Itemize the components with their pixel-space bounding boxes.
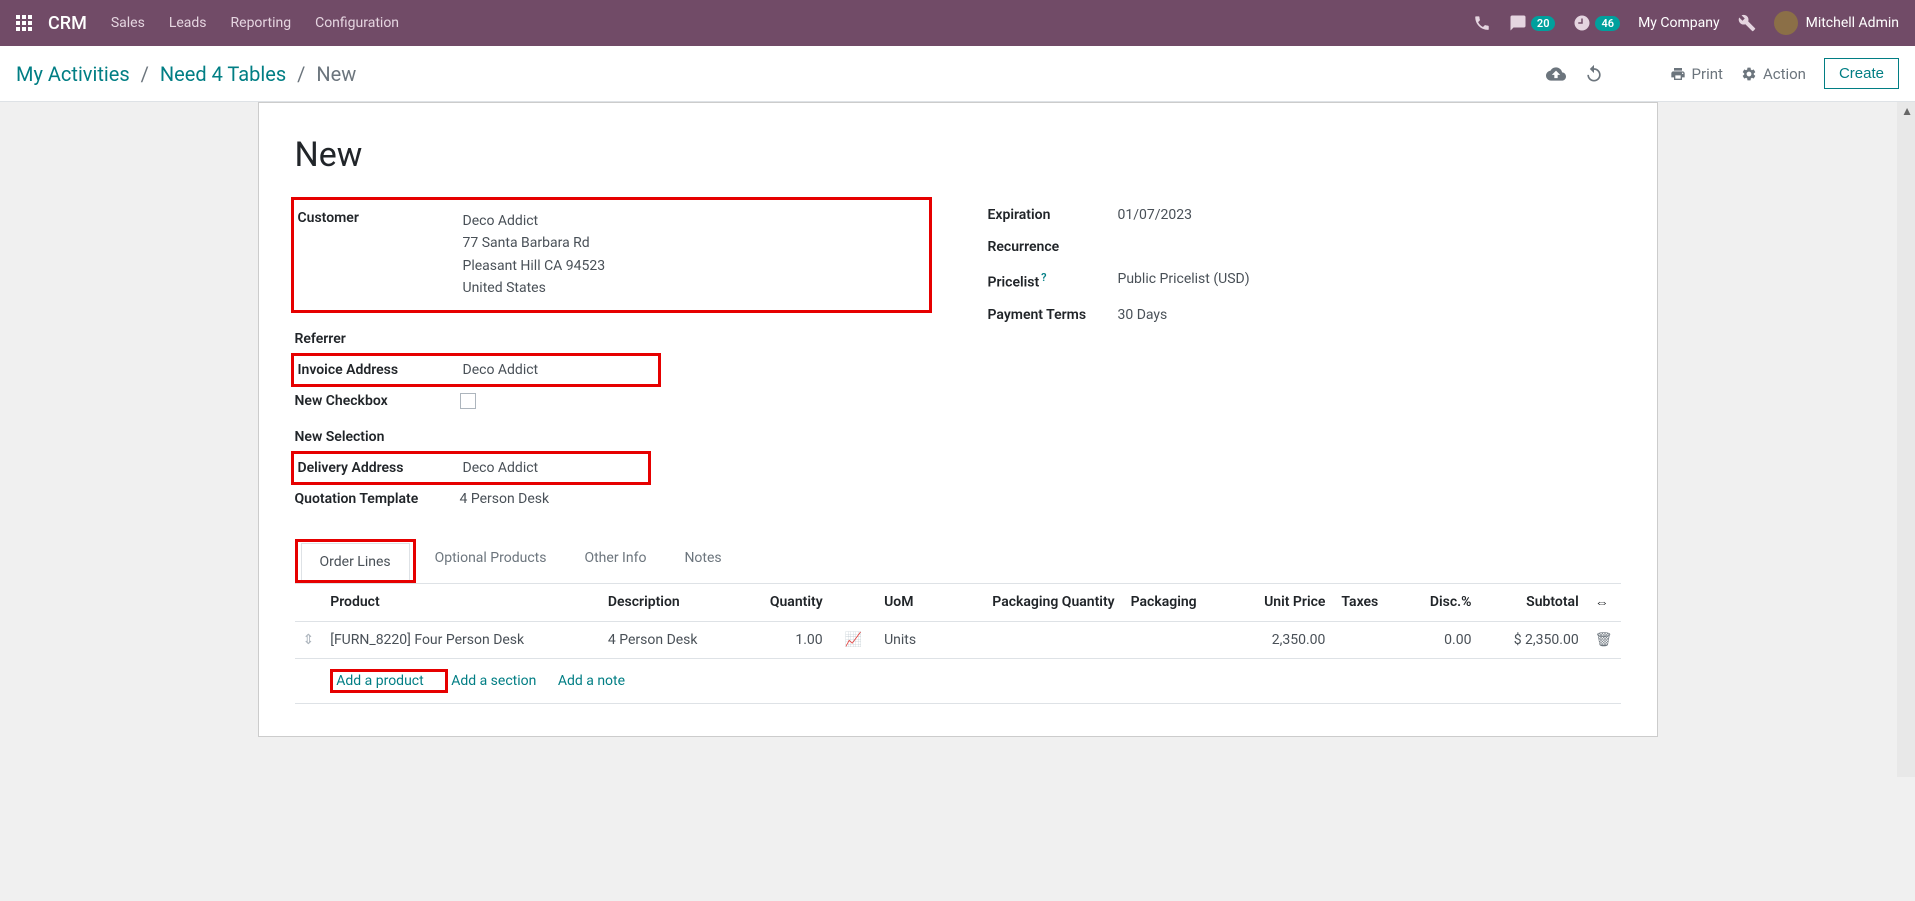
pricelist-label: Pricelist? [988,271,1118,291]
forecast-icon[interactable]: 📈 [845,632,862,648]
tab-other-info[interactable]: Other Info [565,539,665,583]
order-lines-table: Product Description Quantity UoM Packagi… [295,584,1621,704]
activities-icon[interactable]: 46 [1573,14,1620,32]
breadcrumb: My Activities / Need 4 Tables / New [16,62,356,86]
expand-icon[interactable]: ⇔ [1595,595,1609,611]
cell-product[interactable]: [FURN_8220] Four Person Desk [322,621,600,658]
col-disc: Disc.% [1403,584,1479,622]
top-navbar: CRM Sales Leads Reporting Configuration … [0,0,1915,46]
action-button[interactable]: Action [1741,65,1806,83]
messages-icon[interactable]: 20 [1509,14,1556,32]
add-note-link[interactable]: Add a note [558,673,625,689]
cell-pkg-qty[interactable] [940,621,1123,658]
breadcrumb-link-0[interactable]: My Activities [16,62,130,86]
nav-configuration[interactable]: Configuration [315,15,399,31]
control-panel: My Activities / Need 4 Tables / New Prin… [0,46,1915,102]
apps-icon[interactable] [16,15,32,31]
user-name: Mitchell Admin [1806,15,1899,31]
col-packaging: Packaging [1123,584,1232,622]
payment-terms-label: Payment Terms [988,307,1118,323]
cell-quantity[interactable]: 1.00 [740,621,831,658]
nav-reporting[interactable]: Reporting [231,15,292,31]
nav-sales[interactable]: Sales [111,15,145,31]
form-sheet: New Customer Deco Addict 77 Santa Barbar… [258,102,1658,737]
expiration-field[interactable]: 01/07/2023 [1118,207,1193,223]
nav-leads[interactable]: Leads [169,15,207,31]
tab-notes[interactable]: Notes [665,539,740,583]
add-section-link[interactable]: Add a section [451,673,536,689]
avatar [1774,11,1798,35]
breadcrumb-link-1[interactable]: Need 4 Tables [160,62,286,86]
col-quantity: Quantity [740,584,831,622]
tabs: Order Lines Optional Products Other Info… [295,539,1621,584]
col-pkg-qty: Packaging Quantity [940,584,1123,622]
col-unit-price: Unit Price [1231,584,1333,622]
breadcrumb-current: New [316,62,356,86]
customer-field[interactable]: Deco Addict 77 Santa Barbara Rd Pleasant… [463,210,606,300]
expiration-label: Expiration [988,207,1118,223]
cell-disc[interactable]: 0.00 [1403,621,1479,658]
col-product: Product [322,584,600,622]
cell-unit-price[interactable]: 2,350.00 [1231,621,1333,658]
print-button[interactable]: Print [1670,65,1723,83]
company-switcher[interactable]: My Company [1638,15,1720,31]
user-menu[interactable]: Mitchell Admin [1774,11,1899,35]
invoice-address-field[interactable]: Deco Addict [463,362,539,378]
invoice-address-label: Invoice Address [298,362,463,378]
cell-packaging[interactable] [1123,621,1232,658]
customer-label: Customer [298,210,463,226]
quotation-template-label: Quotation Template [295,491,460,507]
tools-icon[interactable] [1738,14,1756,32]
help-icon[interactable]: ? [1041,271,1046,284]
cell-taxes[interactable] [1333,621,1403,658]
tab-order-lines[interactable]: Order Lines [301,543,410,580]
table-row[interactable]: ⇕ [FURN_8220] Four Person Desk 4 Person … [295,621,1621,658]
cloud-save-icon[interactable] [1546,64,1566,84]
pricelist-field[interactable]: Public Pricelist (USD) [1118,271,1250,287]
delivery-address-label: Delivery Address [298,460,463,476]
cell-description[interactable]: 4 Person Desk [600,621,740,658]
col-subtotal: Subtotal [1479,584,1586,622]
new-checkbox-label: New Checkbox [295,393,460,409]
col-description: Description [600,584,740,622]
discard-icon[interactable] [1584,64,1604,84]
new-selection-label: New Selection [295,429,460,445]
page-title: New [295,135,1621,175]
referrer-label: Referrer [295,331,460,347]
drag-handle-icon[interactable]: ⇕ [295,621,323,658]
create-button[interactable]: Create [1824,58,1899,89]
scrollbar[interactable]: ▲ [1897,102,1915,777]
quotation-template-field[interactable]: 4 Person Desk [460,491,550,507]
cell-uom[interactable]: Units [876,621,940,658]
recurrence-label: Recurrence [988,239,1118,255]
activities-badge: 46 [1595,16,1620,31]
phone-icon[interactable] [1473,14,1491,32]
new-checkbox-input[interactable] [460,393,476,409]
tab-optional-products[interactable]: Optional Products [416,539,566,583]
trash-icon[interactable]: 🗑 [1587,621,1621,658]
col-taxes: Taxes [1333,584,1403,622]
messages-badge: 20 [1531,16,1556,31]
app-brand[interactable]: CRM [48,13,87,34]
add-product-link[interactable]: Add a product [336,673,423,689]
col-uom: UoM [876,584,940,622]
cell-subtotal: $ 2,350.00 [1479,621,1586,658]
payment-terms-field[interactable]: 30 Days [1118,307,1168,323]
delivery-address-field[interactable]: Deco Addict [463,460,539,476]
